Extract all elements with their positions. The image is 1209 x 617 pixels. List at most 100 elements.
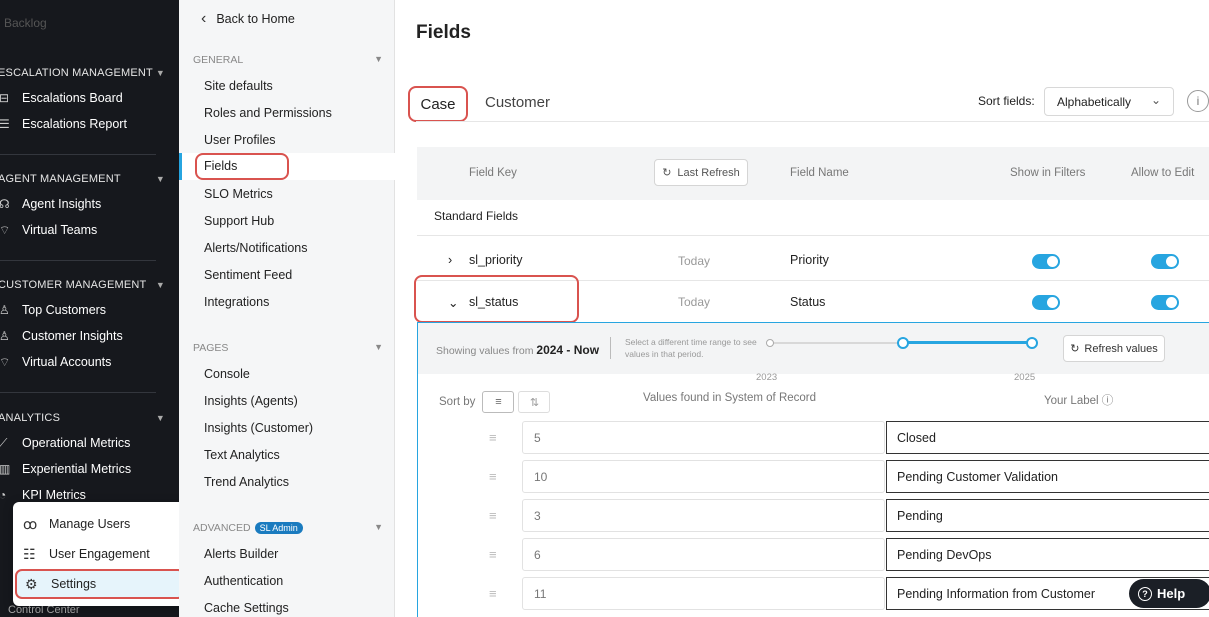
nav-item-virtual-accounts[interactable]: ⌔ Virtual Accounts [0, 349, 179, 375]
submenu-item-slo-metrics[interactable]: SLO Metrics [204, 187, 273, 201]
sort-by-control: Sort by ≡ ⇅ [439, 391, 551, 413]
chevron-down-icon: ▼ [374, 54, 383, 64]
drag-handle-icon[interactable]: ≡ [489, 508, 497, 523]
system-value: 3 [522, 499, 885, 532]
sort-manual-icon[interactable]: ≡ [482, 391, 515, 413]
refresh-icon: ↻ [662, 167, 672, 179]
submenu-item-console[interactable]: Console [204, 367, 250, 381]
drag-handle-icon[interactable]: ≡ [489, 547, 497, 562]
nav-item-escalations-report[interactable]: ☰ Escalations Report [0, 111, 179, 137]
submenu-item-roles[interactable]: Roles and Permissions [204, 106, 332, 120]
submenu-item-trend-analytics[interactable]: Trend Analytics [204, 475, 289, 489]
tab-customer[interactable]: Customer [485, 94, 550, 111]
nav-section-header[interactable]: AGENT MANAGEMENT ▼ [0, 167, 179, 191]
nav-item-agent-insights[interactable]: ☊ Agent Insights [0, 191, 179, 217]
col-field-name: Field Name [790, 167, 849, 179]
show-in-filters-toggle[interactable] [1032, 295, 1060, 310]
field-name: Status [790, 295, 826, 309]
user-icon: ♙ [0, 329, 10, 343]
submenu-section-pages[interactable]: PAGES ▼ [193, 342, 383, 354]
allow-to-edit-toggle[interactable] [1151, 295, 1179, 310]
nav-section-analytics: ANALYTICS ▼ ⟋ Operational Metrics ▥ Experie… [0, 406, 179, 508]
nav-item-customer-insights[interactable]: ♙ Customer Insights [0, 323, 179, 349]
label-input[interactable]: Pending Customer Validation [886, 460, 1209, 493]
nav-item-virtual-teams[interactable]: ⌔ Virtual Teams [0, 217, 179, 243]
drag-handle-icon[interactable]: ≡ [489, 586, 497, 601]
nav-item-top-customers[interactable]: ♙ Top Customers [0, 297, 179, 323]
nav-section-customer: CUSTOMER MANAGEMENT ▼ ♙ Top Customers ♙ Cus… [0, 273, 179, 375]
system-value: 10 [522, 460, 885, 493]
slider-end-handle[interactable] [1026, 337, 1038, 349]
menu-item-user-engagement[interactable]: ☷ User Engagement [13, 539, 197, 569]
submenu-item-cache-settings[interactable]: Cache Settings [204, 601, 289, 615]
accounts-icon: ⌔ [0, 354, 11, 369]
field-last-refresh: Today [678, 254, 711, 268]
gear-icon: ⚙ [25, 575, 38, 592]
nav-item-backlog[interactable]: Backlog [4, 16, 47, 30]
submenu-item-integrations[interactable]: Integrations [204, 295, 269, 309]
sort-fields-select[interactable]: Alphabetically ⌄ [1044, 87, 1174, 116]
system-value: 11 [522, 577, 885, 610]
submenu-item-support-hub[interactable]: Support Hub [204, 214, 274, 228]
list-item: ≡ 10 Pending Customer Validation [418, 460, 1209, 493]
highlight-sl-status [414, 275, 579, 323]
nav-item-experiential-metrics[interactable]: ▥ Experiential Metrics [0, 456, 179, 482]
nav-section-agent: AGENT MANAGEMENT ▼ ☊ Agent Insights ⌔ Virtu… [0, 167, 179, 243]
engagement-icon: ☷ [23, 545, 36, 562]
menu-item-settings[interactable]: ⚙ Settings [15, 569, 185, 599]
drag-handle-icon[interactable]: ≡ [489, 469, 497, 484]
nav-item-escalations-board[interactable]: ⊟ Escalations Board [0, 85, 179, 111]
chevron-down-icon: ▼ [374, 522, 383, 532]
submenu-item-authentication[interactable]: Authentication [204, 574, 283, 588]
col-show-in-filters: Show in Filters [1010, 167, 1086, 179]
row-divider [417, 235, 1209, 236]
submenu-section-general[interactable]: GENERAL ▼ [193, 54, 383, 66]
label-input[interactable]: Closed [886, 421, 1209, 454]
label-input[interactable]: Pending [886, 499, 1209, 532]
drag-handle-icon[interactable]: ≡ [489, 430, 497, 445]
last-refresh-button[interactable]: ↻ Last Refresh [654, 159, 748, 186]
refresh-values-button[interactable]: ↻ Refresh values [1063, 335, 1165, 362]
time-range-bar: Showing values from 2024 - Now Select a … [418, 323, 1209, 383]
submenu-item-insights-customer[interactable]: Insights (Customer) [204, 421, 313, 435]
label-input[interactable]: Pending DevOps [886, 538, 1209, 571]
submenu-item-alerts-builder[interactable]: Alerts Builder [204, 547, 278, 561]
field-key: sl_priority [469, 253, 523, 267]
time-range-slider[interactable]: 2023 2025 [756, 337, 1038, 383]
user-icon: ♙ [0, 303, 10, 317]
show-in-filters-toggle[interactable] [1032, 254, 1060, 269]
field-last-refresh: Today [678, 295, 711, 309]
showing-values-label: Showing values from 2024 - Now [436, 343, 600, 357]
submenu-item-site-defaults[interactable]: Site defaults [204, 79, 273, 93]
back-to-home-link[interactable]: ‹ Back to Home [201, 10, 295, 28]
submenu-item-alerts[interactable]: Alerts/Notifications [204, 241, 308, 255]
tab-case[interactable]: Case [408, 86, 468, 122]
info-icon[interactable]: i [1187, 90, 1209, 112]
submenu-item-text-analytics[interactable]: Text Analytics [204, 448, 280, 462]
chevron-down-icon: ▼ [155, 280, 165, 290]
system-value: 6 [522, 538, 885, 571]
divider [0, 154, 156, 155]
slider-min-marker [766, 339, 774, 347]
menu-item-manage-users[interactable]: ꝏ Manage Users [13, 509, 197, 539]
nav-item-operational-metrics[interactable]: ⟋ Operational Metrics [0, 430, 179, 456]
standard-fields-heading: Standard Fields [434, 209, 519, 223]
expand-chevron-icon[interactable]: › [448, 253, 452, 267]
your-label-header: Your Label ⓘ [1044, 395, 1114, 407]
help-button[interactable]: ? Help [1129, 579, 1209, 608]
submenu-section-advanced[interactable]: ADVANCED SL Admin ▼ [193, 522, 383, 534]
bar-chart-icon: ▥ [0, 462, 11, 476]
nav-section-header[interactable]: ANALYTICS ▼ [0, 406, 179, 430]
nav-section-header[interactable]: ESCALATION MANAGEMENT ▼ [0, 61, 179, 85]
highlight-fields [195, 153, 289, 180]
allow-to-edit-toggle[interactable] [1151, 254, 1179, 269]
col-field-key: Field Key [469, 167, 517, 179]
divider [0, 392, 156, 393]
submenu-item-insights-agents[interactable]: Insights (Agents) [204, 394, 298, 408]
sort-alpha-icon[interactable]: ⇅ [518, 391, 551, 413]
nav-section-header[interactable]: CUSTOMER MANAGEMENT ▼ [0, 273, 179, 297]
slider-start-handle[interactable] [897, 337, 909, 349]
submenu-item-user-profiles[interactable]: User Profiles [204, 133, 276, 147]
board-icon: ⊟ [0, 91, 10, 105]
submenu-item-sentiment-feed[interactable]: Sentiment Feed [204, 268, 292, 282]
